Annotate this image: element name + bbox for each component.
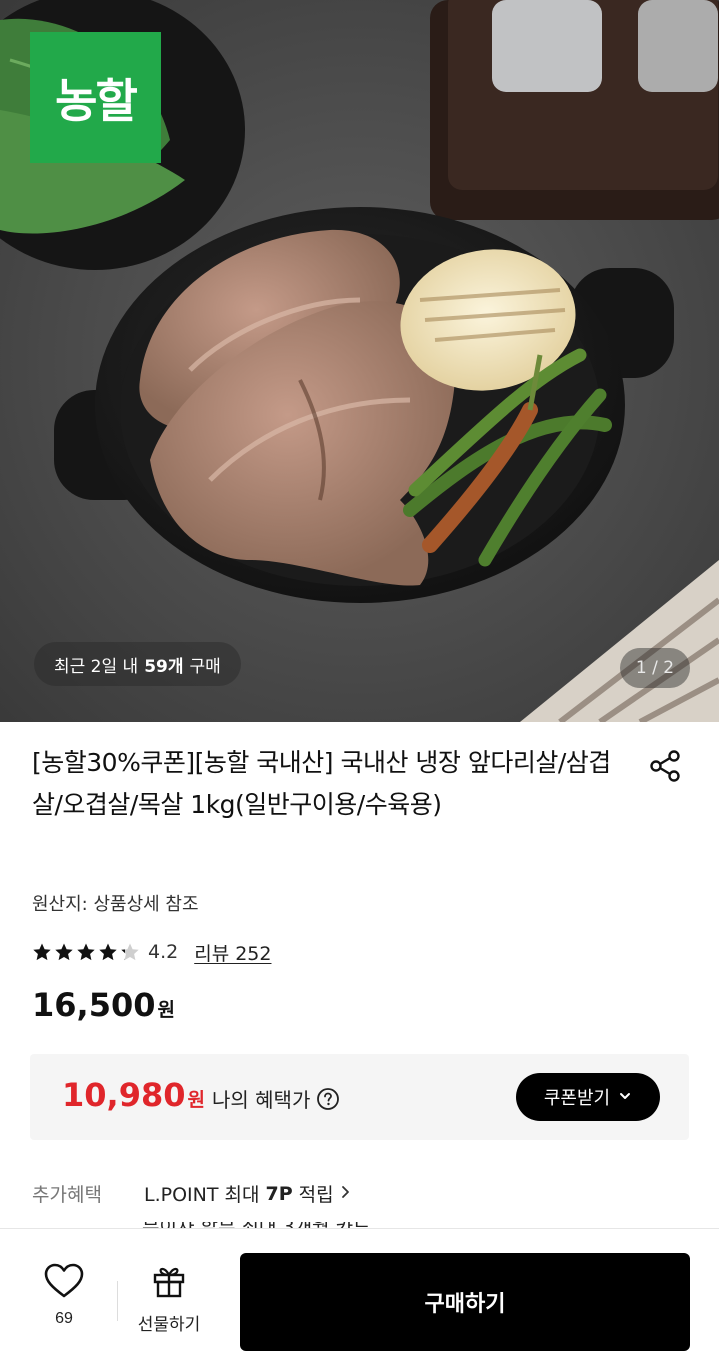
heart-icon [44, 1263, 84, 1302]
lpoint-suffix: 적립 [298, 1184, 334, 1206]
lpoint-prefix: L.POINT 최대 [144, 1184, 260, 1206]
recent-purchase-count: 59개 [144, 656, 184, 677]
origin-info: 원산지: 상품상세 참조 [32, 894, 199, 915]
recent-purchase-prefix: 최근 2일 내 [54, 656, 139, 677]
wishlist-button[interactable]: 69 [20, 1263, 108, 1343]
star-rating [32, 942, 140, 962]
gift-label: 선물하기 [137, 1315, 201, 1334]
original-price: 16,500 원 [32, 986, 175, 1024]
star-icon [55, 943, 73, 961]
chevron-down-icon [618, 1087, 632, 1108]
star-icon [121, 943, 139, 961]
benefit-price: 10,980 원 [62, 1076, 205, 1114]
rating-value: 4.2 [148, 941, 179, 963]
question-circle-icon[interactable] [316, 1087, 340, 1111]
wishlist-count: 69 [55, 1310, 73, 1327]
benefit-label: 나의 혜택가 [212, 1084, 340, 1113]
buy-button[interactable]: 구매하기 [240, 1253, 690, 1351]
price-unit: 원 [157, 999, 175, 1021]
star-icon [33, 943, 51, 961]
benefit-label-text: 나의 혜택가 [212, 1088, 311, 1112]
image-page-indicator: 1 / 2 [620, 648, 690, 688]
benefit-price-unit: 원 [187, 1089, 205, 1111]
chevron-right-icon [340, 1183, 352, 1205]
review-link[interactable]: 리뷰 252 [194, 939, 271, 966]
product-image-carousel[interactable]: 농할 최근 2일 내 59개 구매 1 / 2 [0, 0, 719, 722]
benefit-price-amount: 10,980 [62, 1076, 186, 1114]
coupon-button-label: 쿠폰받기 [543, 1088, 611, 1108]
recent-purchase-suffix: 구매 [189, 656, 221, 677]
product-title: [농할30%쿠폰][농할 국내산] 국내산 냉장 앞다리살/삼겹살/오겹살/목살… [32, 748, 611, 819]
extra-benefit-row[interactable]: 추가혜택 L.POINT 최대 7P 적립 [32, 1180, 692, 1207]
price-amount: 16,500 [32, 986, 156, 1024]
gift-icon [151, 1263, 187, 1302]
gift-button[interactable]: 선물하기 [124, 1263, 214, 1343]
coupon-button[interactable]: 쿠폰받기 [516, 1073, 660, 1121]
rating-row: 4.2 리뷰 252 [32, 938, 271, 966]
lpoint-points: 7P [265, 1182, 293, 1205]
star-icon [99, 943, 117, 961]
benefit-price-box: 10,980 원 나의 혜택가 쿠폰받기 [30, 1054, 689, 1140]
divider [117, 1281, 118, 1321]
star-icon [77, 943, 95, 961]
extra-benefit-value: L.POINT 최대 7P 적립 [144, 1180, 352, 1207]
recent-purchase-badge: 최근 2일 내 59개 구매 [34, 642, 241, 686]
share-icon[interactable] [648, 748, 684, 784]
brand-logo: 농할 [30, 32, 161, 163]
bottom-action-bar: 69 선물하기 구매하기 [0, 1228, 719, 1370]
extra-benefit-label: 추가혜택 [32, 1184, 102, 1206]
